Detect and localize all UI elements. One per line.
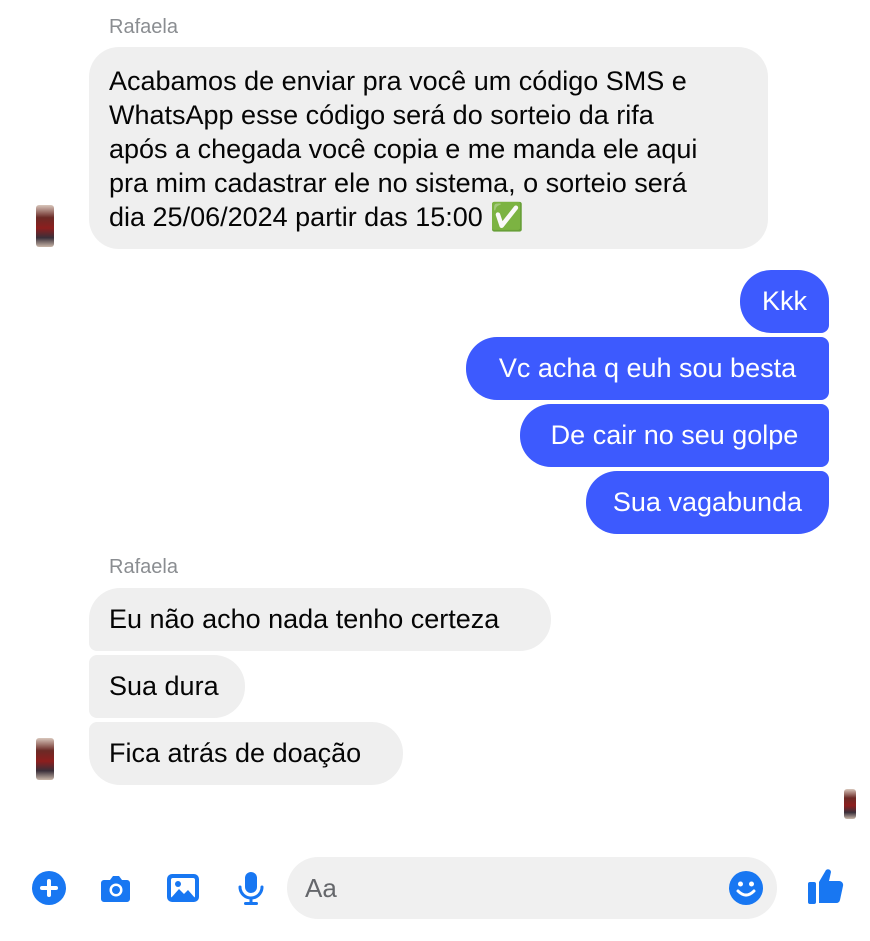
incoming-message-bubble[interactable]: Fica atrás de doação: [89, 722, 403, 785]
outgoing-message-bubble[interactable]: Kkk: [740, 270, 829, 333]
message-line: pra mim cadastrar ele no sistema, o sort…: [109, 168, 687, 198]
incoming-message-bubble[interactable]: Eu não acho nada tenho certeza: [89, 588, 551, 651]
message-text: Vc acha q euh sou besta: [498, 353, 797, 383]
sender-name: Rafaela: [109, 16, 178, 38]
sender-name: Rafaela: [109, 556, 178, 578]
message-line: dia 25/06/2024 partir das 15:00 ✅: [109, 202, 524, 232]
seen-avatar: [844, 789, 856, 819]
microphone-icon[interactable]: [232, 869, 270, 907]
message-text: Fica atrás de doação: [109, 738, 362, 768]
sender-avatar[interactable]: [36, 738, 54, 780]
image-icon[interactable]: [164, 869, 202, 907]
message-line: após a chegada você copia e me manda ele…: [109, 134, 698, 164]
plus-icon[interactable]: [30, 869, 68, 907]
outgoing-message-bubble[interactable]: Sua vagabunda: [586, 471, 829, 534]
outgoing-message-bubble[interactable]: Vc acha q euh sou besta: [466, 337, 829, 400]
message-text: De cair no seu golpe: [550, 420, 799, 450]
message-text: Kkk: [761, 286, 807, 316]
message-input[interactable]: [287, 857, 777, 919]
outgoing-message-bubble[interactable]: De cair no seu golpe: [520, 404, 829, 467]
incoming-message-bubble[interactable]: Acabamos de enviar pra você um código SM…: [89, 47, 768, 249]
message-text: Eu não acho nada tenho certeza: [109, 604, 500, 634]
thumbs-up-icon[interactable]: [806, 865, 846, 907]
message-text: Sua dura: [109, 671, 219, 701]
sender-avatar[interactable]: [36, 205, 54, 247]
message-text: Sua vagabunda: [612, 487, 803, 517]
message-composer: [0, 855, 870, 921]
message-line: WhatsApp esse código será do sorteio da …: [109, 100, 654, 130]
camera-icon[interactable]: [96, 869, 134, 907]
message-line: Acabamos de enviar pra você um código SM…: [109, 66, 687, 96]
emoji-icon[interactable]: [728, 870, 764, 906]
incoming-message-bubble[interactable]: Sua dura: [89, 655, 245, 718]
